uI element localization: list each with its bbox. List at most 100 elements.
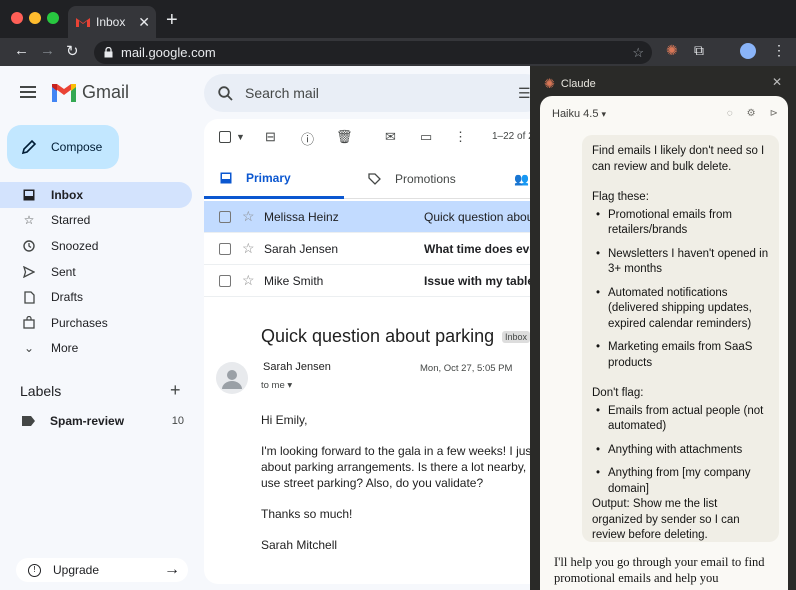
email-sender: Sarah Jensen <box>264 241 339 256</box>
list-item: Marketing emails from SaaS products <box>592 340 769 371</box>
close-panel-icon[interactable]: ✕ <box>772 75 782 89</box>
sidebar-item-sent[interactable]: Sent <box>0 259 192 285</box>
gmail-wordmark: Gmail <box>82 82 130 102</box>
draft-icon <box>22 290 36 304</box>
email-thanks: Thanks so much! <box>261 507 353 521</box>
search-icon[interactable] <box>218 85 233 101</box>
inbox-icon <box>22 188 36 202</box>
add-label-button[interactable]: + <box>170 380 181 401</box>
email-row[interactable]: ☆ Mike Smith Issue with my table <box>204 265 530 297</box>
tab-title: Inbox <box>96 15 126 29</box>
select-all-checkbox[interactable] <box>219 131 231 143</box>
row-checkbox[interactable] <box>219 242 231 255</box>
close-window-button[interactable] <box>11 12 23 24</box>
settings-gear-icon[interactable]: ⚙ <box>747 108 756 119</box>
label-name: Spam-review <box>50 414 125 428</box>
claude-side-panel: ✺ Claude ✕ Haiku 4.5 ▾ ◌ ⚙ ⊳ Find emails… <box>530 66 796 590</box>
browser-tab-inbox[interactable]: Inbox ✕ <box>68 6 156 38</box>
row-checkbox[interactable] <box>219 274 231 287</box>
new-tab-button[interactable]: + <box>166 9 178 32</box>
star-toggle-icon[interactable]: ☆ <box>242 272 255 289</box>
arrow-right-icon: → <box>164 561 180 578</box>
email-line: about parking arrangements. Is there a l… <box>261 460 530 474</box>
email-subject-heading: Quick question about parking <box>261 326 495 346</box>
sidebar-item-more[interactable]: ⌄ More <box>0 336 192 362</box>
sidebar-item-purchases[interactable]: Purchases <box>0 310 192 336</box>
tab-primary[interactable]: Primary <box>204 159 344 199</box>
back-icon[interactable]: ← <box>14 42 29 59</box>
minimize-window-button[interactable] <box>29 12 41 24</box>
send-icon <box>22 265 36 279</box>
email-reader: Quick question about parking Inbox Sarah… <box>204 314 530 584</box>
message-intro: Find emails I likely don't need so I can… <box>592 145 765 173</box>
sidebar-item-starred[interactable]: ☆ Starred <box>0 208 192 234</box>
claude-panel-header: ✺ Claude <box>544 76 596 92</box>
email-row[interactable]: ☆ Melissa Heinz Quick question about <box>204 201 530 233</box>
email-date: Mon, Oct 27, 5:05 PM <box>420 363 513 374</box>
primary-inbox-icon <box>220 172 232 183</box>
sidebar-item-inbox[interactable]: Inbox <box>0 182 192 208</box>
url-text: mail.google.com <box>121 45 216 60</box>
sidebar-item-label: More <box>51 341 79 356</box>
search-input[interactable]: Search mail <box>245 85 319 101</box>
sidebar-item-drafts[interactable]: Drafts <box>0 284 192 310</box>
chat-history-icon[interactable]: ◌ <box>727 108 733 119</box>
recipient-label: to me <box>261 380 285 391</box>
compose-label: Compose <box>51 140 103 154</box>
delete-icon[interactable]: 🗑 <box>336 129 353 145</box>
sidebar-item-snoozed[interactable]: Snoozed <box>0 233 192 259</box>
bookmark-star-icon[interactable]: ☆ <box>632 45 644 61</box>
avatar <box>216 362 248 394</box>
reload-icon[interactable]: ↻ <box>66 42 79 60</box>
star-icon: ☆ <box>23 213 35 228</box>
move-to-icon[interactable]: ▭ <box>420 129 432 145</box>
forward-icon[interactable]: → <box>40 42 55 59</box>
inbox-label-tag[interactable]: Inbox <box>502 331 530 343</box>
extensions-puzzle-icon[interactable]: ⧉ <box>694 42 704 59</box>
address-bar[interactable]: mail.google.com ☆ <box>94 41 652 64</box>
email-row[interactable]: ☆ Sarah Jensen What time does eve <box>204 233 530 265</box>
list-item: Emails from actual people (not automated… <box>592 404 769 435</box>
archive-icon[interactable]: ⊟ <box>265 129 276 145</box>
upgrade-button[interactable]: ! Upgrade → <box>16 558 188 582</box>
tab-promotions[interactable]: Promotions <box>352 159 502 199</box>
dont-flag-list: Emails from actual people (not automated… <box>592 404 769 498</box>
mail-list-panel: ▼ ⊟ ⓘ 🗑 ✉ ▭ ⋮ 1–22 of 2 Primary Promotio… <box>204 119 530 584</box>
upgrade-label: Upgrade <box>53 563 100 577</box>
mark-unread-icon[interactable]: ✉ <box>385 129 396 145</box>
browser-titlebar: Inbox ✕ + <box>0 0 796 38</box>
select-dropdown-icon[interactable]: ▼ <box>236 132 245 142</box>
main-menu-icon[interactable] <box>20 86 36 98</box>
close-tab-icon[interactable]: ✕ <box>138 14 150 31</box>
email-line: I'm looking forward to the gala in a few… <box>261 444 530 458</box>
report-spam-icon[interactable]: ⓘ <box>301 129 314 148</box>
tab-social[interactable]: 👥 <box>498 159 530 199</box>
compose-button[interactable]: Compose <box>7 125 119 169</box>
browser-menu-icon[interactable]: ⋮ <box>772 42 786 59</box>
email-line: use street parking? Also, do you validat… <box>261 476 484 490</box>
tag-icon <box>368 172 381 185</box>
gmail-app: Gmail Search mail ☰ Compose Inbox ☆ Star… <box>0 66 530 590</box>
search-mail-bar[interactable]: Search mail ☰ <box>204 74 530 112</box>
gmail-logo[interactable]: Gmail <box>52 82 129 103</box>
gmail-m-logo-icon <box>52 83 76 102</box>
sidebar-item-label: Snoozed <box>51 238 99 253</box>
side-panel-toggle-icon[interactable]: ⊳ <box>770 108 778 119</box>
more-options-icon[interactable]: ⋮ <box>454 129 467 145</box>
label-item-spam-review[interactable]: Spam-review 10 <box>22 414 184 428</box>
star-toggle-icon[interactable]: ☆ <box>242 208 255 225</box>
email-subject: Issue with my table <box>424 273 530 288</box>
sender-name: Sarah Jensen <box>263 361 331 373</box>
search-options-icon[interactable]: ☰ <box>518 85 530 102</box>
clock-icon <box>22 239 36 253</box>
tab-label: Promotions <box>395 172 456 186</box>
recipient-details[interactable]: to me ▾ <box>261 380 292 391</box>
gmail-favicon-icon <box>76 18 90 27</box>
model-selector[interactable]: Haiku 4.5 ▾ <box>552 108 606 120</box>
star-toggle-icon[interactable]: ☆ <box>242 240 255 257</box>
claude-chat-area: Haiku 4.5 ▾ ◌ ⚙ ⊳ Find emails I likely d… <box>540 96 788 590</box>
maximize-window-button[interactable] <box>47 12 59 24</box>
profile-avatar-icon[interactable] <box>740 43 756 59</box>
claude-extension-icon[interactable]: ✺ <box>666 42 678 59</box>
row-checkbox[interactable] <box>219 210 231 223</box>
